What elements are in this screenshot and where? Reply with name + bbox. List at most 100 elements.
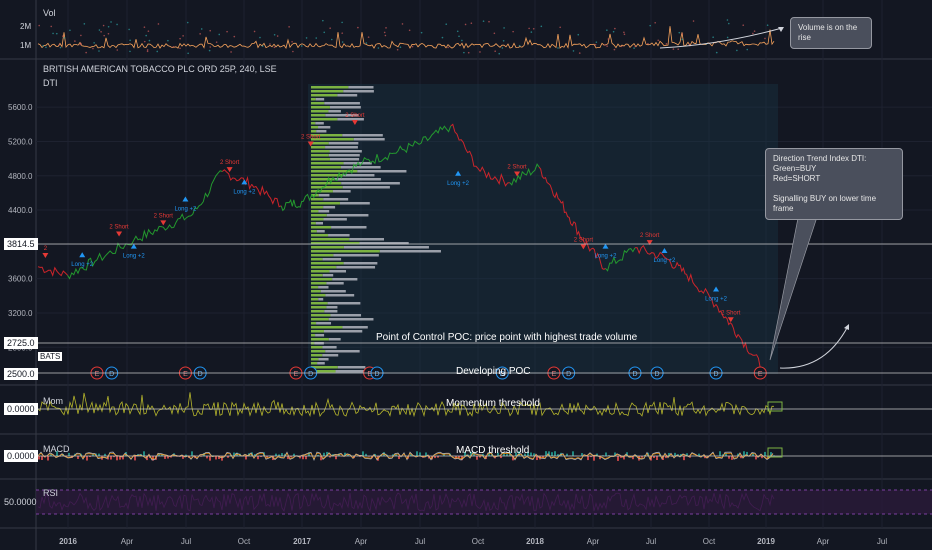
mom-value-box: 0.0000	[4, 403, 38, 415]
profile-bar-up	[311, 262, 344, 265]
earnings-marker-label: E	[183, 371, 188, 378]
macd-histogram-bar	[755, 456, 757, 460]
profile-bar-down	[343, 174, 375, 177]
volume-dot	[179, 47, 181, 50]
profile-bar-up	[311, 218, 324, 221]
volume-dot	[503, 27, 505, 29]
volume-dot	[292, 50, 294, 53]
volume-dot	[367, 36, 370, 38]
macd-histogram-bar	[86, 456, 88, 461]
volume-dot	[208, 49, 211, 52]
profile-bar-up	[311, 154, 329, 157]
profile-bar-up	[311, 322, 317, 325]
profile-bar-down	[329, 150, 362, 153]
earnings-marker-label: E	[294, 371, 299, 378]
volume-dot	[330, 38, 333, 41]
profile-bar-down	[328, 110, 341, 113]
profile-bar-up	[311, 94, 338, 97]
profile-bar-down	[325, 350, 360, 353]
time-tick-label: Oct	[238, 537, 251, 546]
macd-histogram-bar	[257, 456, 259, 460]
profile-bar-up	[311, 282, 327, 285]
profile-bar-down	[315, 334, 325, 337]
macd-histogram-bar	[41, 456, 43, 460]
volume-dot	[518, 44, 521, 47]
profile-bar-down	[326, 306, 338, 309]
profile-bar-up	[311, 110, 329, 113]
macd-histogram-bar	[743, 451, 745, 456]
momentum-threshold-note: Momentum threshold	[446, 398, 540, 409]
chart-title: BRITISH AMERICAN TOBACCO PLC ORD 25P, 24…	[43, 64, 277, 74]
volume-dot	[688, 43, 691, 46]
volume-dot	[52, 32, 54, 35]
profile-bar-down	[349, 238, 385, 241]
volume-dot	[315, 37, 318, 39]
long-signal-label: Long +2	[71, 262, 94, 268]
volume-dot	[764, 37, 766, 40]
mom-threshold-box	[767, 401, 783, 412]
short-signal-label: 2 Short	[220, 160, 240, 166]
volume-dot	[488, 20, 490, 23]
volume-dot	[408, 29, 411, 32]
time-tick-label: Apr	[355, 537, 368, 546]
volume-dot	[167, 39, 169, 42]
profile-bar-down	[318, 210, 330, 213]
volume-dot	[269, 43, 271, 45]
profile-bar-up	[311, 130, 317, 133]
volume-dot	[45, 46, 47, 49]
chart-canvas: 2Long +22 ShortLong +22 ShortLong +22 Sh…	[0, 0, 932, 550]
profile-bar-up	[311, 358, 319, 361]
profile-bar-up	[311, 226, 332, 229]
profile-bar-up	[311, 158, 330, 161]
profile-bar-up	[311, 234, 329, 237]
volume-dot	[116, 49, 119, 51]
volume-dot	[623, 33, 626, 36]
volume-dot	[540, 25, 543, 28]
dividend-marker-label: D	[714, 371, 719, 378]
short-signal-label: 2 Short	[109, 225, 129, 231]
dividend-marker-label: D	[655, 371, 660, 378]
macd-histogram-bar	[728, 456, 730, 459]
short-signal-label: 2 Short	[301, 134, 321, 140]
volume-dot	[341, 32, 344, 34]
volume-dot	[98, 29, 101, 31]
profile-bar-down	[318, 194, 330, 197]
last-price-box: 2500.0	[4, 368, 38, 380]
profile-bar-down	[337, 94, 358, 97]
profile-bar-up	[311, 278, 333, 281]
short-signal-label: 2 Short	[345, 113, 365, 119]
profile-bar-down	[318, 126, 331, 129]
volume-dot	[383, 31, 386, 34]
macd-histogram-bar	[305, 456, 307, 460]
macd-histogram-bar	[143, 451, 145, 456]
profile-bar-up	[311, 126, 319, 129]
volume-dot	[50, 25, 53, 28]
profile-bar-down	[336, 266, 376, 269]
profile-bar-up	[311, 238, 350, 241]
volume-dot	[712, 36, 714, 39]
profile-bar-down	[329, 106, 361, 109]
volume-dot	[612, 30, 615, 33]
profile-bar-up	[311, 178, 335, 181]
profile-bar-up	[311, 294, 326, 297]
macd-histogram-bar	[725, 453, 727, 456]
profile-bar-down	[357, 170, 407, 173]
volume-dot	[532, 27, 535, 30]
profile-bar-up	[311, 90, 344, 93]
volume-dot	[753, 30, 756, 32]
price-segment	[251, 184, 282, 208]
profile-bar-down	[331, 226, 367, 229]
price-tick-label: 4800.0	[8, 172, 33, 181]
profile-bar-up	[311, 150, 330, 153]
vol-tick-2m: 2M	[20, 22, 32, 31]
volume-dot	[456, 30, 459, 33]
volume-dot	[305, 37, 308, 39]
volume-dot	[288, 26, 290, 28]
profile-bar-up	[311, 186, 343, 189]
macd-threshold-note: MACD threshold	[456, 445, 530, 456]
volume-dot	[681, 33, 684, 35]
volume-dot	[677, 48, 680, 50]
dividend-marker-label: D	[566, 371, 571, 378]
profile-bar-down	[328, 154, 360, 157]
profile-bar-up	[311, 198, 324, 201]
